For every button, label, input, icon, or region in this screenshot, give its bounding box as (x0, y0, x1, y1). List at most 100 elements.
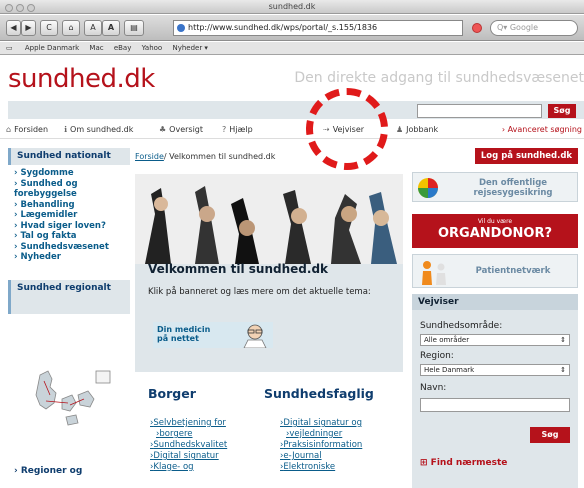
reload-button[interactable]: C (40, 20, 58, 36)
logo-text: dk (124, 64, 155, 94)
region-label: Region: (420, 351, 454, 361)
region-select[interactable]: Hele Danmark (420, 364, 570, 376)
theme-banner[interactable] (135, 174, 403, 264)
banner-line: Din medicin (157, 325, 211, 334)
close-icon[interactable] (5, 4, 13, 12)
globe-icon (177, 24, 185, 32)
list-item[interactable]: Selvbetjening for (150, 418, 227, 429)
nav-item-forsiden[interactable]: ⌂ Forsiden (6, 121, 48, 139)
house-icon: ⌂ (6, 125, 12, 134)
help-icon: ? (222, 125, 227, 134)
nav-item-jobbank[interactable]: ♟ Jobbank (396, 121, 438, 139)
breadcrumb-current: / Velkommen til sundhed.dk (163, 152, 276, 161)
name-input[interactable] (420, 398, 570, 412)
nav-item-om[interactable]: ℹ Om sundhed.dk (64, 121, 133, 139)
region-map[interactable] (8, 355, 130, 447)
site-search-input[interactable] (417, 104, 542, 118)
find-nearest-link[interactable]: ⊞ Find nærmeste (420, 458, 507, 468)
medicine-banner-text[interactable]: Din medicin på nettet (157, 325, 210, 343)
list-item[interactable]: › Nyheder (14, 252, 124, 263)
browser-window: sundhed.dk ◀ ▶ C ⌂ A A ▤ http://www.sund… (0, 0, 584, 488)
sundhedsfaglig-heading: Sundhedsfaglig (264, 386, 374, 401)
site-search-button[interactable]: Søg (548, 104, 576, 118)
national-links: › Sygdomme › Sundhed og forebyggelse › B… (8, 165, 130, 266)
regions-link[interactable]: › Regioner og (14, 466, 82, 476)
list-item[interactable]: Praksisinformation (280, 440, 362, 451)
list-item[interactable]: › Behandling (14, 200, 124, 211)
list-item[interactable]: › Sundhedsvæsenet (14, 242, 124, 253)
banner-line: på nettet (157, 334, 199, 343)
patient-network-box[interactable]: Patientnetværk (412, 254, 578, 288)
google-search-field[interactable]: Q▾ Google (490, 20, 578, 36)
list-item[interactable]: › Sygdomme (14, 168, 124, 179)
list-item[interactable]: e-Journal (280, 451, 362, 462)
organ-donor-banner[interactable]: Vil du være ORGANDONOR? (412, 214, 578, 248)
list-item[interactable]: Klage- og (150, 462, 227, 473)
login-button[interactable]: Log på sundhed.dk (475, 148, 578, 164)
list-item[interactable]: › Tal og fakta (14, 231, 124, 242)
print-button[interactable]: ▤ (124, 20, 144, 36)
fag-links: Digital signatur og vejledninger Praksis… (280, 418, 362, 473)
section-heading: Sundhed regionalt (8, 279, 130, 314)
travel-insurance-box[interactable]: Den offentlige rejsesygesikring (412, 172, 578, 202)
bookmark-item[interactable]: Mac (89, 44, 103, 52)
sitemap-icon: ♣ (159, 125, 167, 134)
list-item[interactable]: Digital signatur og (280, 418, 362, 429)
list-item[interactable]: Elektroniske (280, 462, 362, 473)
people-icon (422, 261, 446, 285)
breadcrumb-link[interactable]: Forside (135, 152, 164, 161)
intro-text: Klik på banneret og læs mere om det aktu… (148, 287, 371, 297)
name-label: Navn: (420, 383, 447, 393)
home-button[interactable]: ⌂ (62, 20, 80, 36)
breadcrumb: Forside/ Velkommen til sundhed.dk (135, 152, 275, 161)
nav-item-oversigt[interactable]: ♣ Oversigt (159, 121, 203, 139)
box-title: Patientnetværk (475, 266, 551, 276)
minimize-icon[interactable] (16, 4, 24, 12)
nav-label: Hjælp (229, 125, 253, 134)
nav-label: Oversigt (169, 125, 204, 134)
welcome-heading: Velkommen til sundhed.dk (148, 262, 329, 276)
list-item[interactable]: › Lægemidler (14, 210, 124, 221)
bookmarks-bar: ▭ Apple Danmark Mac eBay Yahoo Nyheder ▾ (0, 42, 584, 55)
doctor-avatar-icon (243, 324, 267, 348)
section-heading: Sundhed nationalt (8, 148, 130, 165)
denmark-map-icon[interactable] (26, 365, 116, 437)
nav-label: Om sundhed.dk (70, 125, 134, 134)
left-column: Sundhed nationalt › Sygdomme › Sundhed o… (8, 148, 130, 314)
url-field[interactable]: http://www.sundhed.dk/wps/portal/_s.155/… (173, 20, 463, 36)
list-item[interactable]: borgere (150, 429, 227, 440)
link-text: › Regioner og (14, 466, 83, 476)
nav-item-hjaelp[interactable]: ? Hjælp (222, 121, 253, 139)
stop-icon[interactable] (472, 23, 482, 33)
forward-button[interactable]: ▶ (21, 20, 36, 36)
celebration-photo (135, 174, 403, 264)
area-label: Sundhedsområde: (420, 321, 503, 331)
people-icon: ♟ (396, 125, 404, 134)
vejviser-panel: Vejviser Sundhedsområde: Alle områder Re… (412, 294, 578, 488)
banner-big-text: ORGANDONOR? (438, 226, 552, 241)
borger-heading: Borger (148, 386, 196, 401)
list-item[interactable]: Digital signatur (150, 451, 227, 462)
borger-links: Selvbetjening for borgere Sundhedskvalit… (150, 418, 227, 473)
book-icon[interactable]: ▭ (6, 44, 13, 52)
advanced-search-link[interactable]: › Avanceret søgning (502, 121, 582, 139)
zoom-icon[interactable] (27, 4, 35, 12)
bookmark-item[interactable]: Nyheder ▾ (172, 44, 208, 52)
back-button[interactable]: ◀ (6, 20, 21, 36)
title-bar: sundhed.dk (0, 0, 584, 14)
bookmark-item[interactable]: Yahoo (142, 44, 163, 52)
site-logo[interactable]: sundhed.dk (8, 64, 155, 94)
logo-text: sundhed (8, 64, 117, 94)
list-item[interactable]: vejledninger (280, 429, 362, 440)
text-smaller-button[interactable]: A (84, 20, 102, 36)
list-item[interactable]: › Hvad siger loven? (14, 221, 124, 232)
text-bigger-button[interactable]: A (102, 20, 120, 36)
list-item[interactable]: Sundhedskvalitet (150, 440, 227, 451)
area-select[interactable]: Alle områder (420, 334, 570, 346)
info-icon: ℹ (64, 125, 68, 134)
vejviser-search-button[interactable]: Søg (530, 427, 570, 443)
list-item[interactable]: › Sundhed og (14, 179, 124, 190)
bookmark-item[interactable]: eBay (114, 44, 132, 52)
bookmark-item[interactable]: Apple Danmark (25, 44, 79, 52)
list-item[interactable]: forebyggelse (14, 189, 124, 200)
